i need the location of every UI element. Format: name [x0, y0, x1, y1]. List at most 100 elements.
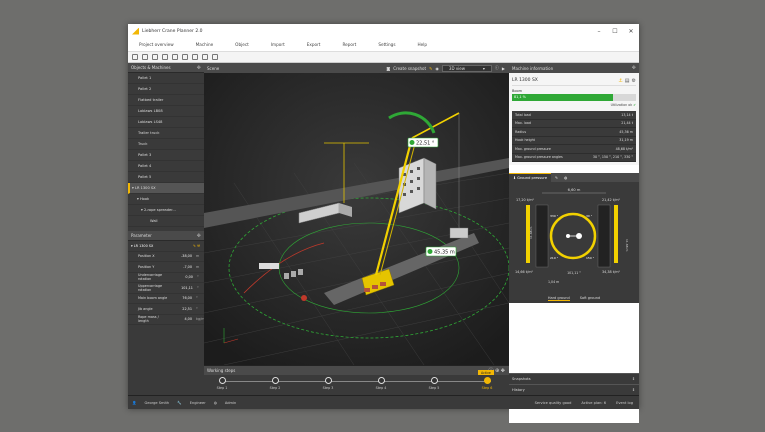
tree-item[interactable]: Trailer truck	[128, 128, 204, 139]
menu-settings[interactable]: Settings	[367, 42, 406, 47]
menu-help[interactable]: Help	[407, 42, 439, 47]
angle-br: 150 °	[586, 256, 595, 260]
menu-export[interactable]: Export	[296, 42, 332, 47]
ground-pressure-diagram: 6,60 m 17,20 t/m² 21,42 t/m² 330 ° 30 ° …	[515, 188, 629, 284]
objects-panel-header: Objects & Machines ✥	[128, 63, 204, 73]
collapsed-panels: Snapshots ⇕ History ⇕	[509, 373, 639, 395]
history-panel[interactable]: History ⇕	[509, 384, 639, 395]
tree-item[interactable]: Pallet 1	[128, 73, 204, 84]
edit-icon[interactable]: ✎ ⚒	[193, 244, 200, 248]
utilization-fill	[512, 94, 613, 101]
tree-item[interactable]: Wall	[128, 216, 204, 227]
truck	[259, 263, 279, 269]
param-row: Position X -38,00 m	[128, 252, 204, 262]
active-plan[interactable]: Active plan: 6	[581, 401, 606, 405]
utilization-bar: 81,1 %	[512, 94, 636, 101]
tree-item[interactable]: ▾ 2-rope spreader...	[128, 205, 204, 216]
tree-item[interactable]: Truck	[128, 139, 204, 150]
ground-type-toggle: Hard ground Soft ground	[509, 296, 639, 301]
service-quality: Service quality good	[534, 400, 572, 405]
app-logo-icon	[132, 27, 139, 35]
expand-panel-icon[interactable]: ⇕	[632, 388, 635, 392]
tree-item[interactable]: Loblaws LS48	[128, 117, 204, 128]
create-snapshot-button[interactable]: Create snapshot	[393, 66, 426, 71]
step-item[interactable]: Step 2	[265, 377, 285, 390]
pin-icon[interactable]: ✥	[197, 65, 201, 71]
right-track	[597, 204, 611, 268]
menu-bar: Project overview Machine Object Import E…	[128, 38, 639, 52]
tree-item[interactable]: Pallet 5	[128, 172, 204, 183]
parameter-machine-row: ▾ LR 1300 SX ✎ ⚒	[128, 241, 204, 252]
view-icon[interactable]: ◉	[435, 66, 439, 71]
utilization-value: 81,1 %	[514, 95, 526, 99]
hard-ground-option[interactable]: Hard ground	[547, 296, 570, 301]
tree-item[interactable]: Loblaws LB08	[128, 106, 204, 117]
left-panel: Objects & Machines ✥ Pallet 1 Pallet 2 F…	[128, 63, 205, 395]
info-icon[interactable]: ⓘ	[495, 65, 499, 71]
close-button[interactable]: ✕	[623, 28, 639, 35]
step-item[interactable]: Step 1	[212, 377, 232, 390]
minimize-button[interactable]: –	[591, 28, 607, 35]
toolbar	[128, 52, 639, 423]
undo-icon[interactable]	[152, 54, 158, 60]
video-icon[interactable]: ▶	[502, 66, 505, 71]
scene-viewport[interactable]: Scene ◙ Create snapshot ✎ ◉ 3D view ▾ ⓘ ▶	[204, 63, 509, 365]
data-row: Hook height 31,19 m	[512, 137, 636, 145]
tree-item[interactable]: Pallet 4	[128, 161, 204, 172]
snapshots-panel[interactable]: Snapshots ⇕	[509, 373, 639, 384]
tree-item[interactable]: Pallet 3	[128, 150, 204, 161]
top-dimension: 6,60 m	[568, 188, 581, 192]
menu-import[interactable]: Import	[260, 42, 296, 47]
check-icon	[427, 249, 433, 254]
wrench-icon[interactable]	[212, 54, 218, 60]
pin-icon[interactable]: ✥	[197, 233, 201, 239]
new-icon[interactable]	[132, 54, 138, 60]
angle-tl: 330 °	[550, 214, 559, 218]
globe-icon[interactable]: ◍	[562, 176, 569, 180]
parameter-list: ▾ LR 1300 SX ✎ ⚒ Position X -38,00 m Posit…	[128, 241, 205, 325]
camera-icon[interactable]: ◙	[386, 66, 390, 71]
data-row: Total load 13,14 t	[512, 111, 636, 120]
expand-panel-icon[interactable]: ⇕	[632, 377, 635, 381]
menu-object[interactable]: Object	[224, 42, 260, 47]
table-icon[interactable]: ▤	[625, 78, 630, 84]
scene-header: Scene ◙ Create snapshot ✎ ◉ 3D view ▾ ⓘ ▶	[204, 63, 509, 73]
globe-icon: ◍	[213, 400, 217, 405]
pin-icon[interactable]: ✥	[632, 65, 636, 71]
tab-ground-pressure[interactable]: ⬇ Ground pressure	[509, 173, 552, 182]
active-badge: Active	[478, 370, 494, 375]
menu-project-overview[interactable]: Project overview	[128, 42, 185, 47]
tree-item[interactable]: Pallet 2	[128, 84, 204, 95]
redo-icon[interactable]	[162, 54, 168, 60]
maximize-button[interactable]: ☐	[607, 28, 623, 35]
left-top-pressure: 17,20 t/m²	[516, 198, 535, 202]
user-name[interactable]: George Smith	[144, 401, 169, 405]
step-item[interactable]: Step 5	[424, 377, 444, 390]
measure-icon[interactable]	[182, 54, 188, 60]
data-row: Max. ground pressure angles 30 °, 150 °, …	[512, 154, 636, 162]
step-item-active[interactable]: Active Step 6	[477, 370, 497, 390]
tree-item-selected[interactable]: ▾ LR 1300 SX	[128, 183, 204, 194]
angle-tr: 30 °	[586, 214, 593, 218]
param-row: Undercarriage rotation 0,00 °	[128, 273, 204, 283]
step-item[interactable]: Step 4	[371, 377, 391, 390]
delete-icon[interactable]	[202, 54, 208, 60]
tree-item[interactable]: ▾ Hook	[128, 194, 204, 205]
event-log-button[interactable]: Event log	[616, 401, 633, 405]
working-steps-header: Working steps ⓘ ⊕ ✥	[204, 366, 509, 375]
menu-machine[interactable]: Machine	[185, 42, 225, 47]
tree-item[interactable]: Flatbed trailer	[128, 95, 204, 106]
settings-icon[interactable]: ⚙	[632, 78, 636, 84]
data-row: Radius 45,36 m	[512, 128, 636, 137]
save-icon[interactable]	[142, 54, 148, 60]
zoom-icon[interactable]	[172, 54, 178, 60]
view-select[interactable]: 3D view ▾	[441, 64, 492, 72]
tool-icon[interactable]: ✎	[551, 176, 562, 180]
step-item[interactable]: Step 3	[318, 377, 338, 390]
copy-icon[interactable]	[192, 54, 198, 60]
pencil-icon[interactable]: ✎	[429, 66, 432, 71]
menu-report[interactable]: Report	[331, 42, 367, 47]
marker	[301, 295, 307, 301]
soft-ground-option[interactable]: Soft ground	[580, 296, 600, 301]
hook-icon[interactable]: ⚓	[618, 78, 622, 84]
